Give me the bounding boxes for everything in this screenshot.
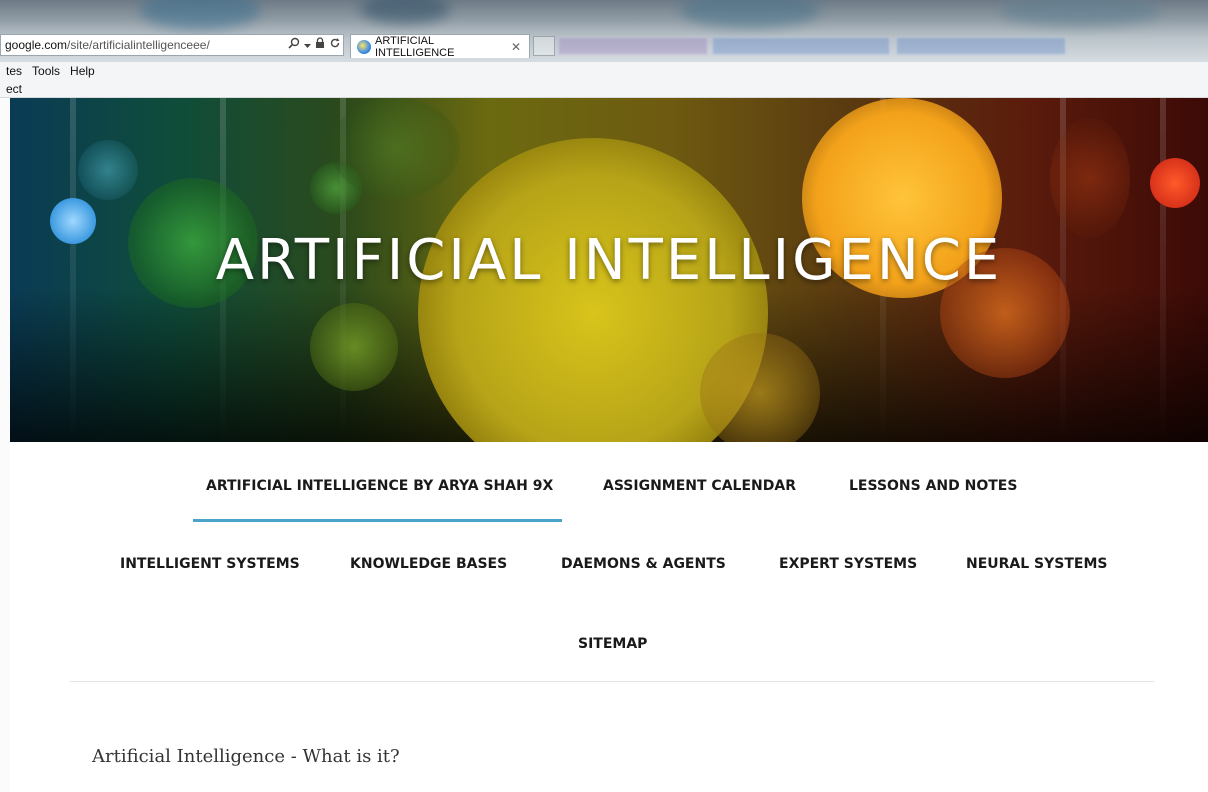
bokeh-orb xyxy=(78,140,138,200)
nav-active-underline xyxy=(193,519,562,522)
menu-item-favorites[interactable]: tes xyxy=(6,64,22,78)
nav-divider xyxy=(70,681,1154,682)
nav-link-intelligent-systems[interactable]: INTELLIGENT SYSTEMS xyxy=(120,556,300,572)
nav-link-knowledge-bases[interactable]: KNOWLEDGE BASES xyxy=(350,556,507,572)
menu-bar: tes Tools Help xyxy=(0,62,1208,80)
search-icon[interactable] xyxy=(288,35,300,55)
address-path: /site/artificialintelligenceee/ xyxy=(67,38,210,52)
menu-item-tools[interactable]: Tools xyxy=(32,64,60,78)
favorites-bar: ect xyxy=(0,80,1208,98)
refresh-icon[interactable] xyxy=(329,35,341,55)
address-domain: google.com xyxy=(5,38,68,52)
ie-logo-icon xyxy=(357,39,371,54)
chrome-background-blur xyxy=(360,0,450,24)
bokeh-orb xyxy=(330,98,460,198)
browser-tab-blurred[interactable] xyxy=(896,37,1066,55)
bokeh-orb xyxy=(1150,158,1200,208)
chrome-background-blur xyxy=(680,0,820,28)
browser-tab-blurred[interactable] xyxy=(712,37,890,55)
nav-link-assignment-calendar[interactable]: ASSIGNMENT CALENDAR xyxy=(603,478,796,494)
tab-title: ARTIFICIAL INTELLIGENCE xyxy=(375,34,455,59)
nav-link-expert-systems[interactable]: EXPERT SYSTEMS xyxy=(779,556,917,572)
nav-link-neural-systems[interactable]: NEURAL SYSTEMS xyxy=(966,556,1108,572)
window-left-edge xyxy=(0,98,10,792)
favorites-bar-text[interactable]: ect xyxy=(6,82,22,96)
hero-banner: ARTIFICIAL INTELLIGENCE xyxy=(10,98,1208,442)
page-heading: Artificial Intelligence - What is it? xyxy=(92,746,400,767)
hero-title: ARTIFICIAL INTELLIGENCE xyxy=(215,228,1003,293)
nav-link-lessons-and-notes[interactable]: LESSONS AND NOTES xyxy=(849,478,1017,494)
bokeh-orb xyxy=(700,333,820,442)
nav-link-sitemap[interactable]: SITEMAP xyxy=(578,636,647,652)
browser-chrome: google.com/site/artificialintelligenceee… xyxy=(0,0,1208,62)
bokeh-orb xyxy=(310,303,398,391)
close-icon[interactable]: ✕ xyxy=(511,40,521,54)
new-tab-button[interactable] xyxy=(533,36,555,56)
menu-item-help[interactable]: Help xyxy=(70,64,95,78)
chrome-background-blur xyxy=(140,0,260,30)
lock-icon[interactable] xyxy=(315,35,325,55)
browser-tab-blurred[interactable] xyxy=(558,37,708,55)
dropdown-icon[interactable] xyxy=(304,35,311,55)
chrome-background-blur xyxy=(1000,0,1160,26)
nav-link-home[interactable]: ARTIFICIAL INTELLIGENCE BY ARYA SHAH 9X xyxy=(206,478,553,494)
browser-tab-active[interactable]: ARTIFICIAL INTELLIGENCE ✕ xyxy=(350,34,530,59)
nav-link-daemons-agents[interactable]: DAEMONS & AGENTS xyxy=(561,556,726,572)
address-bar-icons xyxy=(288,35,341,55)
bokeh-orb xyxy=(1050,118,1130,238)
address-bar[interactable]: google.com/site/artificialintelligenceee… xyxy=(0,34,344,56)
